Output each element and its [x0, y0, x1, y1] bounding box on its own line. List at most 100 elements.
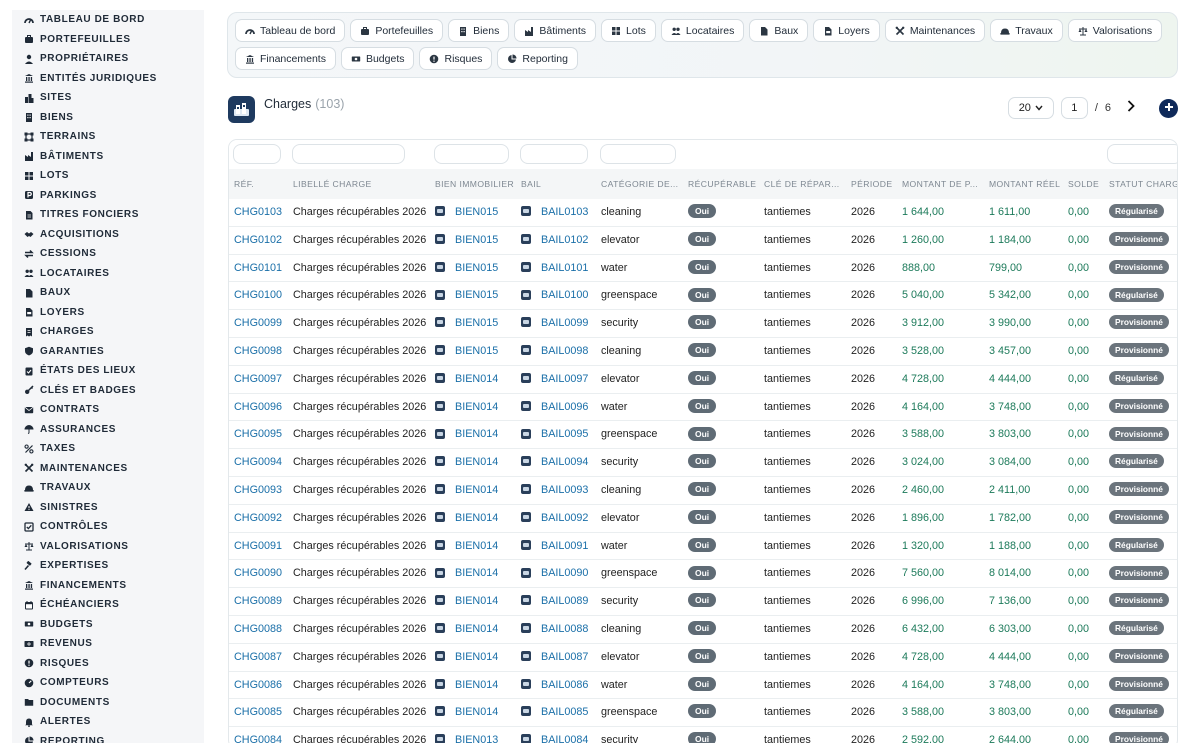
nav-button-financements[interactable]: Financements — [235, 47, 336, 70]
bien-link[interactable]: BIEN014 — [455, 623, 498, 635]
nav-button-loyers[interactable]: Loyers — [813, 19, 880, 42]
sidebar-item-charges[interactable]: CHARGES — [12, 322, 204, 342]
sidebar-item-compteurs[interactable]: COMPTEURS — [12, 673, 204, 693]
bien-link[interactable]: BIEN014 — [455, 679, 498, 691]
bail-link[interactable]: BAIL0094 — [541, 456, 588, 468]
nav-button-budgets[interactable]: Budgets — [340, 47, 415, 70]
table-row[interactable]: CHG0093 Charges récupérables 2026 BIEN01… — [229, 477, 1177, 505]
column-header-bien[interactable]: BIEN IMMOBILIER — [435, 169, 514, 199]
sidebar-item-parkings[interactable]: PARKINGS — [12, 186, 204, 206]
table-row[interactable]: CHG0095 Charges récupérables 2026 BIEN01… — [229, 421, 1177, 450]
sidebar-item-batiments[interactable]: BÂTIMENTS — [12, 147, 204, 167]
nav-button-travaux[interactable]: Travaux — [990, 19, 1063, 42]
nav-button-risques[interactable]: Risques — [419, 47, 493, 70]
bien-link[interactable]: BIEN014 — [455, 373, 498, 385]
bien-link[interactable]: BIEN013 — [455, 734, 498, 743]
table-row[interactable]: CHG0101 Charges récupérables 2026 BIEN01… — [229, 255, 1177, 283]
add-charge-button[interactable] — [1159, 98, 1178, 118]
filter-statut[interactable] — [1107, 144, 1177, 164]
bien-link[interactable]: BIEN014 — [455, 456, 498, 468]
sidebar-item-biens[interactable]: BIENS — [12, 108, 204, 128]
sidebar-item-baux[interactable]: BAUX — [12, 283, 204, 303]
bien-link[interactable]: BIEN015 — [455, 345, 498, 357]
nav-button-batiments[interactable]: Bâtiments — [514, 19, 597, 42]
table-row[interactable]: CHG0092 Charges récupérables 2026 BIEN01… — [229, 505, 1177, 533]
charge-ref-link[interactable]: CHG0084 — [234, 727, 282, 743]
bail-link[interactable]: BAIL0102 — [541, 234, 588, 246]
sidebar-item-entites-juridiques[interactable]: ENTITÉS JURIDIQUES — [12, 69, 204, 89]
bail-link[interactable]: BAIL0084 — [541, 734, 588, 743]
charge-ref-link[interactable]: CHG0095 — [234, 421, 282, 449]
charge-ref-link[interactable]: CHG0098 — [234, 338, 282, 366]
table-row[interactable]: CHG0087 Charges récupérables 2026 BIEN01… — [229, 644, 1177, 672]
nav-button-tableau-de-bord[interactable]: Tableau de bord — [235, 19, 346, 42]
charge-ref-link[interactable]: CHG0099 — [234, 310, 282, 338]
bien-link[interactable]: BIEN014 — [455, 595, 498, 607]
sidebar-item-sinistres[interactable]: SINISTRES — [12, 498, 204, 518]
bail-link[interactable]: BAIL0099 — [541, 317, 588, 329]
bail-link[interactable]: BAIL0087 — [541, 651, 588, 663]
charge-ref-link[interactable]: CHG0093 — [234, 477, 282, 505]
sidebar-item-echeanciers[interactable]: ÉCHÉANCIERS — [12, 595, 204, 615]
table-row[interactable]: CHG0090 Charges récupérables 2026 BIEN01… — [229, 560, 1177, 589]
table-row[interactable]: CHG0100 Charges récupérables 2026 BIEN01… — [229, 282, 1177, 311]
sidebar-item-alertes[interactable]: ALERTES — [12, 712, 204, 732]
page-size-select[interactable]: 20 — [1007, 97, 1054, 119]
bail-link[interactable]: BAIL0088 — [541, 623, 588, 635]
bail-link[interactable]: BAIL0100 — [541, 289, 588, 301]
bail-link[interactable]: BAIL0097 — [541, 373, 588, 385]
table-row[interactable]: CHG0096 Charges récupérables 2026 BIEN01… — [229, 394, 1177, 422]
column-header-bail[interactable]: BAIL — [521, 169, 541, 199]
sidebar-item-documents[interactable]: DOCUMENTS — [12, 693, 204, 713]
table-row[interactable]: CHG0098 Charges récupérables 2026 BIEN01… — [229, 338, 1177, 366]
table-row[interactable]: CHG0089 Charges récupérables 2026 BIEN01… — [229, 588, 1177, 616]
sidebar-item-revenus[interactable]: REVENUS — [12, 634, 204, 654]
bail-link[interactable]: BAIL0086 — [541, 679, 588, 691]
filter-ref[interactable] — [233, 144, 281, 164]
sidebar-item-financements[interactable]: FINANCEMENTS — [12, 576, 204, 596]
table-row[interactable]: CHG0097 Charges récupérables 2026 BIEN01… — [229, 366, 1177, 394]
sidebar-item-garanties[interactable]: GARANTIES — [12, 342, 204, 362]
table-row[interactable]: CHG0085 Charges récupérables 2026 BIEN01… — [229, 699, 1177, 728]
nav-button-biens[interactable]: Biens — [448, 19, 510, 42]
charge-ref-link[interactable]: CHG0090 — [234, 560, 282, 588]
charge-ref-link[interactable]: CHG0087 — [234, 644, 282, 672]
sidebar-item-reporting[interactable]: REPORTING — [12, 732, 204, 743]
charge-ref-link[interactable]: CHG0089 — [234, 588, 282, 616]
bail-link[interactable]: BAIL0089 — [541, 595, 588, 607]
bien-link[interactable]: BIEN015 — [455, 206, 498, 218]
column-header-cat[interactable]: CATÉGORIE DE... — [601, 169, 678, 199]
bien-link[interactable]: BIEN014 — [455, 484, 498, 496]
bien-link[interactable]: BIEN014 — [455, 567, 498, 579]
sidebar-item-maintenances[interactable]: MAINTENANCES — [12, 459, 204, 479]
sidebar-item-cles-et-badges[interactable]: CLÉS ET BADGES — [12, 381, 204, 401]
sidebar-item-travaux[interactable]: TRAVAUX — [12, 478, 204, 498]
bail-link[interactable]: BAIL0085 — [541, 706, 588, 718]
column-header-ref[interactable]: RÉF. — [234, 169, 254, 199]
bail-link[interactable]: BAIL0091 — [541, 540, 588, 552]
filter-libelle[interactable] — [292, 144, 405, 164]
sidebar-item-risques[interactable]: RISQUES — [12, 654, 204, 674]
charge-ref-link[interactable]: CHG0094 — [234, 449, 282, 477]
nav-button-portefeuilles[interactable]: Portefeuilles — [350, 19, 444, 42]
bien-link[interactable]: BIEN015 — [455, 234, 498, 246]
bail-link[interactable]: BAIL0093 — [541, 484, 588, 496]
nav-button-baux[interactable]: Baux — [749, 19, 809, 42]
table-row[interactable]: CHG0103 Charges récupérables 2026 BIEN01… — [229, 199, 1177, 227]
bien-link[interactable]: BIEN014 — [455, 401, 498, 413]
sidebar-item-budgets[interactable]: BUDGETS — [12, 615, 204, 635]
sidebar-item-tableau-de-bord[interactable]: TABLEAU DE BORD — [12, 10, 204, 30]
charge-ref-link[interactable]: CHG0097 — [234, 366, 282, 394]
charge-ref-link[interactable]: CHG0102 — [234, 227, 282, 255]
sidebar-item-etats-des-lieux[interactable]: ÉTATS DES LIEUX — [12, 361, 204, 381]
nav-button-valorisations[interactable]: Valorisations — [1067, 19, 1163, 42]
sidebar-item-contrats[interactable]: CONTRATS — [12, 400, 204, 420]
bail-link[interactable]: BAIL0101 — [541, 262, 588, 274]
current-page-input[interactable]: 1 — [1060, 97, 1088, 119]
bail-link[interactable]: BAIL0095 — [541, 428, 588, 440]
bail-link[interactable]: BAIL0098 — [541, 345, 588, 357]
column-header-periode[interactable]: PÉRIODE — [851, 169, 892, 199]
nav-button-lots[interactable]: Lots — [601, 19, 656, 42]
bien-link[interactable]: BIEN014 — [455, 706, 498, 718]
table-row[interactable]: CHG0102 Charges récupérables 2026 BIEN01… — [229, 227, 1177, 255]
